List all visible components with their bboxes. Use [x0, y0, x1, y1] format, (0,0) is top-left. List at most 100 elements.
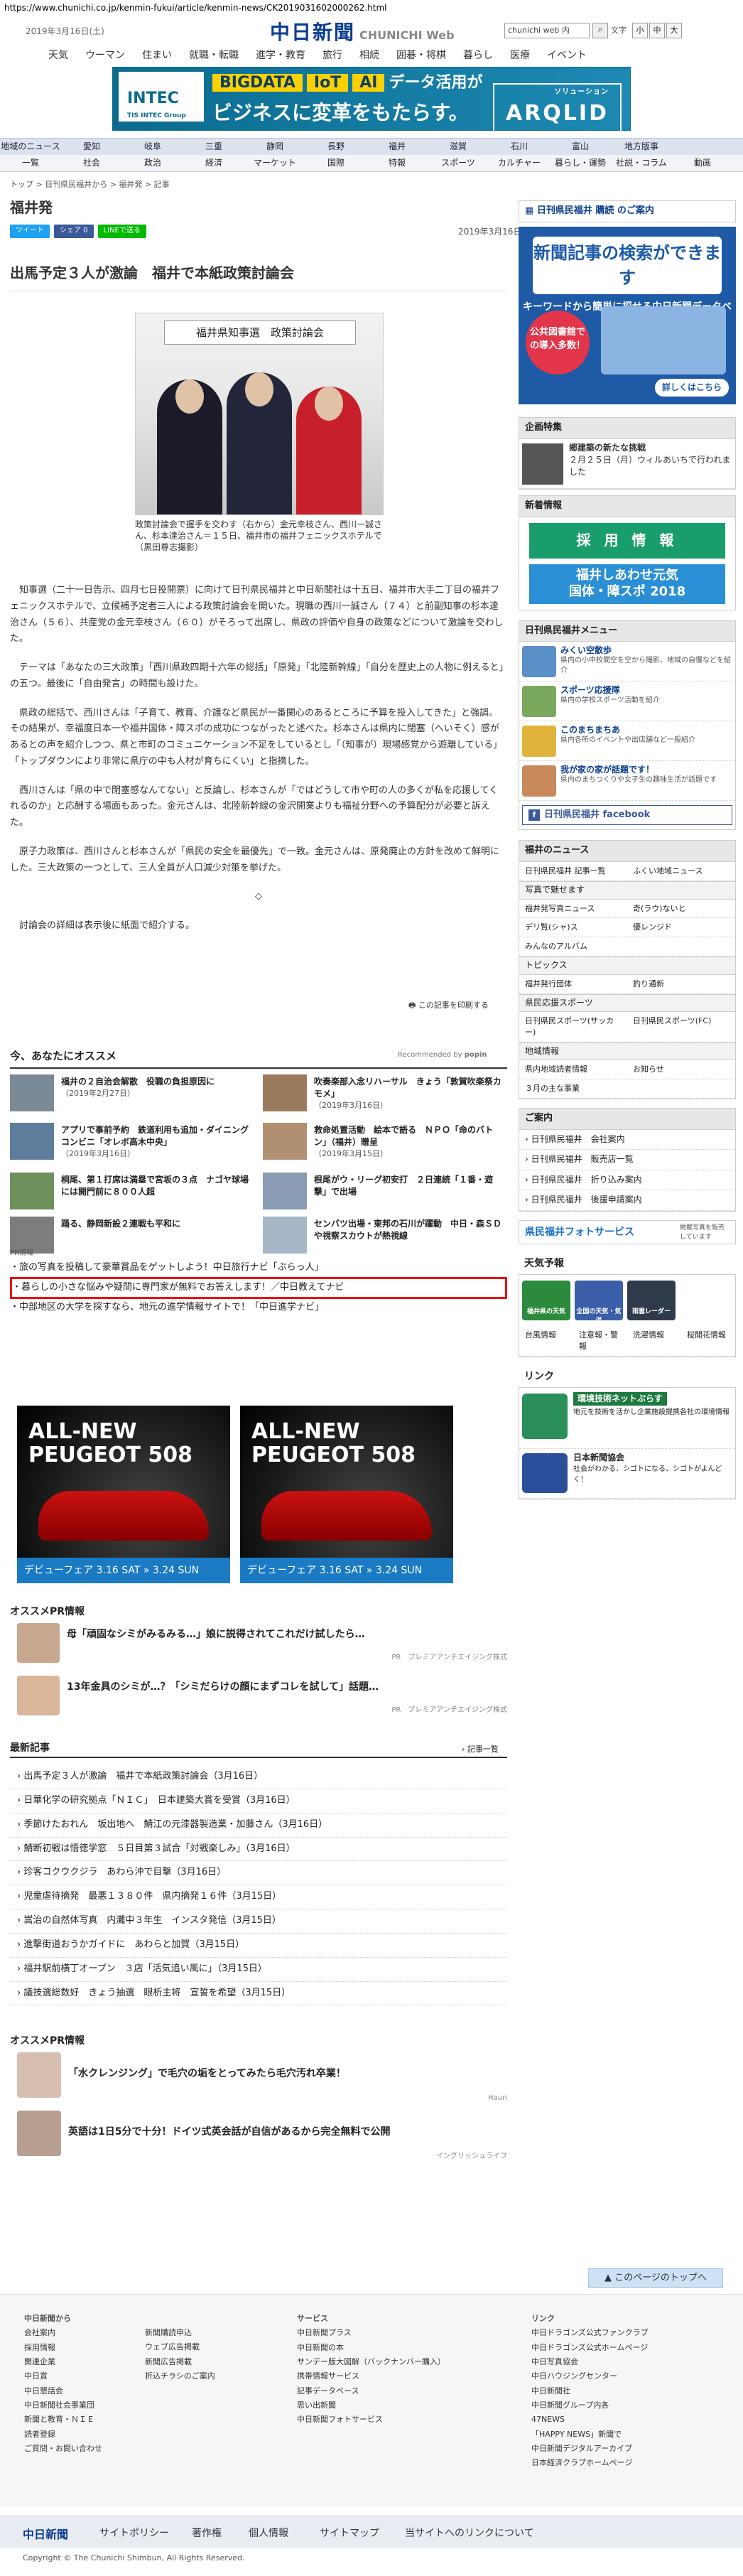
tweet-button[interactable]: ツイート	[10, 225, 50, 238]
menu-item[interactable]: みくい空散歩 県内の小中校間空を空から撮影、地域の自慢などを紹介	[519, 642, 735, 682]
region-nav-item[interactable]: 地域のニュース	[0, 139, 61, 155]
weather-link[interactable]: 台風情報	[519, 1326, 573, 1357]
subscription-guide[interactable]: ▦ 日刊県民福井 購読 のご案内	[519, 200, 736, 222]
facebook-share-button[interactable]: シェア 0	[54, 225, 94, 238]
peugeot-ad[interactable]: ALL-NEW PEUGEOT 508 デビューフェア 3.16 SAT » 3.…	[17, 1406, 230, 1583]
news-link[interactable]: 福井発写真ニュース	[519, 900, 627, 919]
genre-nav-item[interactable]: 特報	[367, 155, 428, 171]
latest-item[interactable]: › 珍客コクウクジラ あわら沖で目撃（3月16日）	[10, 1861, 507, 1886]
footer-bar-link[interactable]: 当サイトへのリンクについて	[405, 2526, 534, 2540]
print-link[interactable]: 🖶 この記事を印刷する	[408, 1000, 489, 1011]
news-link[interactable]: お知らせ	[627, 1060, 735, 1080]
recommended-by[interactable]: Recommended by popin	[398, 1050, 487, 1061]
region-nav-item[interactable]: 愛知	[61, 139, 122, 155]
news-link[interactable]: デリ覧(シャ)ス	[519, 918, 627, 938]
annai-link[interactable]: › 日刊県民福井 会社案内	[519, 1130, 735, 1150]
footer-link[interactable]: 中日新聞フォトサービス	[297, 2413, 445, 2427]
menu-item[interactable]: スポーツ応援隊 県内の学校スポーツ活動を紹介	[519, 681, 735, 722]
region-nav-item[interactable]: 石川	[489, 139, 550, 155]
recommend-item[interactable]: 踊る、静岡新設２連戦も平和に	[10, 1217, 251, 1258]
footer-link[interactable]: 記事データベース	[297, 2384, 445, 2398]
footer-bar-link[interactable]: 著作権	[192, 2526, 222, 2540]
footer-link[interactable]: 中日新聞の本	[297, 2341, 445, 2355]
gnav-item[interactable]: 旅行	[314, 45, 351, 65]
search-input[interactable]: chunichi web 内	[504, 23, 590, 38]
menu-item[interactable]: このまちまちあ 県内各所のイベントや出店舗など一般紹介	[519, 721, 735, 762]
footer-link[interactable]: 携帯情報サービス	[297, 2369, 445, 2383]
kokutai-banner[interactable]: 福井しあわせ元気 国体・障スポ 2018	[529, 564, 725, 604]
footer-link[interactable]: 中日新聞プラス	[297, 2326, 445, 2340]
footer-link[interactable]: 新聞と教育・ＮＩＥ	[24, 2413, 102, 2427]
footer-link[interactable]: 47NEWS	[531, 2413, 649, 2427]
news-link[interactable]: ３月の主な事業	[519, 1079, 627, 1099]
recommend-item[interactable]: センバツ出場・東邦の石川が躍動 中日・森ＳＤや視察スカウトが熱視線	[263, 1217, 504, 1258]
news-link[interactable]: 福井発行団体	[519, 975, 627, 994]
line-share-button[interactable]: LINEで送る	[97, 225, 146, 238]
latest-item[interactable]: › 議技選総数好 きょう抽選 眼析主将 宣誓を希望（3月15日）	[10, 1982, 507, 2006]
genre-nav-item[interactable]: カルチャー	[489, 155, 550, 171]
footer-link[interactable]: 採用情報	[24, 2341, 102, 2355]
footer-link[interactable]: ご質問・お問い合わせ	[24, 2442, 102, 2456]
footer-link[interactable]: 新聞広告掲載	[145, 2355, 215, 2369]
footer-link[interactable]: 中日新聞社会事業団	[24, 2398, 102, 2413]
news-link[interactable]: 日刊県民福井 記事一覧	[519, 862, 627, 882]
pr-link[interactable]: ・中部地区の大学を探すなら、地元の進学情報サイトで！「中日進学ナビ」	[10, 1299, 507, 1317]
footer-link[interactable]: 中日新聞デジタルアーカイブ	[531, 2442, 649, 2456]
genre-nav-item[interactable]: 社説・コラム	[611, 155, 672, 171]
footer-link[interactable]: 中日ハウジングセンター	[531, 2369, 649, 2383]
footer-link[interactable]: 思い出新聞	[297, 2398, 445, 2413]
footer-bar-link[interactable]: サイトポリシー	[99, 2526, 169, 2540]
pr-item[interactable]: 13年金具のシミが…？「シミだらけの顔にまずコレを試して」話題… PR プレミアア…	[17, 1676, 507, 1718]
recommend-item[interactable]: アプリで事前予約 鉄道利用も追加・ダイニングコンビニ「オレボ高木中央」 （2019…	[10, 1123, 251, 1164]
genre-nav-item[interactable]: 国際	[305, 155, 367, 171]
link-ad[interactable]: 日本新聞協会 社会がわかる、シゴトになる、シゴトがよんどく！	[519, 1449, 735, 1499]
photoservice-banner[interactable]: 県民福井フォトサービス 掲載写真を販売しています	[519, 1219, 736, 1244]
page-top-button[interactable]: ▲ このページのトップへ	[588, 2268, 723, 2288]
kikaku-item[interactable]: 郷建築の新たな挑戦 ２月２５日（月）ウィルあいちで行われました	[519, 439, 735, 489]
pr-item[interactable]: 英語は1日5分で十分！ドイツ式英会話が自信があるから完全無料で公開 イングリッシュ…	[17, 2111, 507, 2160]
region-nav-item[interactable]: 三重	[183, 139, 244, 155]
footer-link[interactable]: 関連企業	[24, 2355, 102, 2369]
footer-link[interactable]: サンデー版大図解（バックナンバー購入）	[297, 2355, 445, 2369]
footer-link[interactable]: 読者登録	[24, 2427, 102, 2442]
rain-radar-icon[interactable]: 雨雲レーダー	[627, 1280, 676, 1320]
latest-item[interactable]: › 日華化学の研究拠点「ＮＩＣ」 日本建築大賞を受賞（3月16日）	[10, 1789, 507, 1814]
footer-link[interactable]: 中日写真協会	[531, 2355, 649, 2369]
recruit-banner[interactable]: 採 用 情 報	[529, 522, 725, 559]
news-link[interactable]: 県内地域読者情報	[519, 1060, 627, 1080]
genre-nav-item[interactable]: 経済	[183, 155, 244, 171]
footer-bar-link[interactable]: 個人情報	[249, 2526, 288, 2540]
recommend-item[interactable]: 根尾がウ・リーグ初安打 ２日連続「１番・遊撃」で出場	[263, 1173, 504, 1214]
peugeot-ad[interactable]: ALL-NEW PEUGEOT 508 デビューフェア 3.16 SAT » 3.…	[240, 1406, 453, 1583]
breadcrumb[interactable]: トップ > 日刊県民福井から > 福井発 > 記事	[10, 179, 170, 190]
weather-link[interactable]: 洗濯情報	[627, 1326, 681, 1357]
pr-item[interactable]: 母「頑固なシミがみるみる…」娘に説得されてこれだけ試したら… PR プレミアアンチ…	[17, 1623, 507, 1666]
gnav-item[interactable]: 進学・教育	[247, 45, 314, 65]
recommend-item[interactable]: 吹奏楽部入念リハーサル きょう「敦賀吹楽祭カモメ」 （2019年3月16日）	[263, 1074, 504, 1116]
weather-link[interactable]: 桜開花情報	[681, 1326, 735, 1357]
footer-link[interactable]: 中日新聞グループ内各	[531, 2398, 649, 2413]
footer-link[interactable]: 「HAPPY NEWS」新聞で	[531, 2427, 649, 2442]
recommend-item[interactable]: 桐尾、第１打席は満塁で宮坂の３点 ナゴヤ球場には開門前に８００人超	[10, 1173, 251, 1214]
facebook-link[interactable]: f 日刊県民福井 facebook	[522, 805, 732, 826]
region-nav-item[interactable]: 長野	[305, 139, 367, 155]
weather-link[interactable]: 注意報・警報	[573, 1326, 627, 1357]
region-nav-item[interactable]: 静岡	[244, 139, 305, 155]
gnav-item[interactable]: ウーマン	[77, 45, 134, 65]
latest-item[interactable]: › 福井駅前横丁オープン ３店「活気追い風に」（3月15日）	[10, 1958, 507, 1982]
annai-link[interactable]: › 日刊県民福井 折り込み案内	[519, 1170, 735, 1191]
menu-item[interactable]: 我が家の家が話題です！ 県内のまちつくりや女子生の趣味生活が話題です	[519, 761, 735, 802]
news-link[interactable]: ふくい地域ニュース	[627, 862, 735, 882]
footer-link[interactable]: 日本経済クラブホームページ	[531, 2456, 649, 2470]
news-link[interactable]: 日刊県民スポーツ(サッカー)	[519, 1012, 627, 1042]
news-link[interactable]: 奇(ラウ)ないと	[627, 900, 735, 919]
footer-link[interactable]: 中日ドラゴンズ公式ファンクラブ	[531, 2326, 649, 2340]
latest-item[interactable]: › 児童虐待摘発 最悪１３８０件 県内摘発１６件（3月15日）	[10, 1885, 507, 1910]
gnav-item[interactable]: 就職・転職	[180, 45, 247, 65]
genre-nav-item[interactable]: スポーツ	[428, 155, 489, 171]
news-link[interactable]: 釣り通新	[627, 975, 735, 994]
news-link[interactable]: みんなのアルバム	[519, 937, 627, 957]
link-ad[interactable]: 環境技術ネットぷらす 地元を技術を活かし企業施設提携各社の環境情報	[519, 1388, 735, 1450]
footer-logo[interactable]: 中日新聞	[23, 2526, 68, 2543]
font-size-medium-button[interactable]: 中	[649, 23, 665, 38]
